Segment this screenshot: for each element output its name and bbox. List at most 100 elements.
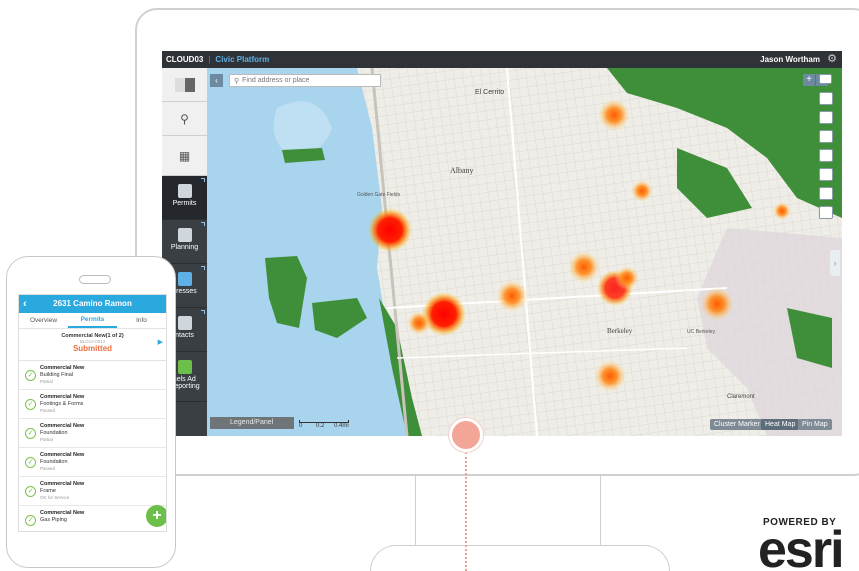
legend-panel-toggle[interactable]: Legend/Panel [210, 417, 294, 429]
inspection-step: Frame [40, 488, 56, 494]
mobile-address: 2631 Camino Ramon [53, 299, 132, 308]
print-tool-icon[interactable] [819, 168, 833, 181]
heat-hotspot [615, 266, 639, 290]
phone-speaker [79, 275, 111, 284]
search-placeholder: Find address or place [242, 77, 310, 84]
heat-hotspot [407, 311, 431, 335]
place-label: El Cerrito [475, 89, 504, 96]
tab-info[interactable]: Info [117, 317, 166, 324]
cluster-marker-button[interactable]: Cluster Marker [710, 419, 764, 430]
heat-map-label: Heat Map [765, 421, 796, 428]
back-icon[interactable]: ‹ [23, 295, 27, 313]
apps-grid-icon[interactable]: ▦ [162, 136, 207, 176]
collapse-panel-button[interactable]: ‹ [210, 74, 223, 87]
chevron-right-icon[interactable]: ▶ [158, 338, 163, 346]
heat-hotspot [773, 202, 791, 220]
heat-hotspot [594, 360, 626, 392]
marketing-composite: CLOUD03 | Civic Platform Jason Wortham ⚙… [0, 0, 859, 571]
inspection-type: Commercial New [40, 394, 85, 400]
app-code: CLOUD03 [166, 55, 204, 64]
pin-map-label: Pin Map [802, 421, 828, 428]
list-item[interactable]: ✓ Commercial New Foundation Partial [19, 419, 166, 448]
inspection-result: Partial [40, 379, 53, 384]
inspection-result: OK for Service [40, 495, 70, 500]
nav-contacts-label: ntacts [175, 332, 194, 339]
scale-mid: 0.2 [316, 423, 325, 429]
phone-frame: ‹ 2631 Camino Ramon Overview Permits Inf… [6, 256, 176, 568]
top-bar: CLOUD03 | Civic Platform Jason Wortham ⚙ [162, 51, 842, 68]
right-panel-toggle[interactable]: › [830, 250, 840, 276]
inspection-step: Foundation [40, 459, 68, 465]
expand-corner-icon [201, 310, 205, 314]
place-label: UC Berkeley [687, 329, 716, 335]
basemap-tool-icon[interactable] [819, 74, 832, 84]
list-item[interactable]: ✓ Commercial New Building Final Partial [19, 361, 166, 390]
check-circle-icon: ✓ [25, 399, 36, 410]
heat-hotspot [598, 99, 630, 131]
app-screen: CLOUD03 | Civic Platform Jason Wortham ⚙… [162, 51, 842, 436]
monitor-stand [415, 476, 601, 546]
gear-icon[interactable]: ⚙ [826, 53, 838, 65]
nav-tools: ⚲ ▦ [162, 68, 207, 176]
identify-tool-icon[interactable] [819, 130, 833, 143]
monitor-base [370, 545, 670, 571]
list-item[interactable]: ✓ Commercial New Foundation Passed [19, 448, 166, 477]
inspection-type: Commercial New [40, 481, 85, 487]
nav-planning-label: Planning [170, 244, 199, 251]
measure-tool-icon[interactable] [819, 111, 833, 124]
nav-parcels-label: cels Ad [173, 376, 196, 383]
scale-bar: 0 0.2 0.4mi [299, 420, 359, 430]
place-label: Golden Gate Fields [357, 192, 401, 198]
permits-icon [177, 184, 192, 198]
check-circle-icon: ✓ [25, 370, 36, 381]
permit-summary[interactable]: Commercial New(1 of 2) BLD13-0013 Submit… [19, 329, 166, 361]
heat-map[interactable]: Albany Berkeley El Cerrito Golden Gate F… [207, 68, 842, 436]
mobile-tabs: Overview Permits Info [19, 313, 166, 329]
title-separator: | [208, 55, 211, 64]
inspection-type: Commercial New [40, 452, 85, 458]
scale-max: 0.4mi [334, 423, 349, 429]
add-button[interactable]: + [146, 505, 166, 527]
nav-permits[interactable]: Permits [162, 176, 207, 220]
locate-tool-icon[interactable] [819, 92, 833, 105]
select-tool-icon[interactable] [819, 149, 833, 162]
inspection-type: Commercial New [40, 365, 85, 371]
list-item[interactable]: ✓ Commercial New Frame OK for Service [19, 477, 166, 506]
layers-icon[interactable] [162, 68, 207, 102]
list-item[interactable]: ✓ Commercial New Gas Piping [19, 506, 166, 531]
mobile-header: ‹ 2631 Camino Ramon [19, 295, 166, 313]
legend-label: Legend/Panel [230, 419, 274, 426]
scale-zero: 0 [299, 423, 303, 429]
place-label: Albany [450, 166, 474, 175]
export-tool-icon[interactable] [819, 206, 833, 219]
expand-corner-icon [201, 222, 205, 226]
cluster-marker-label: Cluster Marker [714, 421, 760, 428]
search-input[interactable]: ⚲ Find address or place [229, 74, 381, 87]
platform-name[interactable]: Civic Platform [215, 55, 269, 64]
zoom-in-button[interactable]: + [803, 74, 815, 86]
place-label: Berkeley [607, 327, 633, 335]
check-circle-icon: ✓ [25, 486, 36, 497]
expand-corner-icon [201, 178, 205, 182]
search-icon[interactable]: ⚲ [162, 102, 207, 136]
permit-status: Submitted [72, 344, 113, 353]
inspection-result: Passed [40, 408, 56, 413]
draw-tool-icon[interactable] [819, 187, 833, 200]
addresses-icon [177, 272, 192, 286]
esri-logo: esri [758, 521, 845, 571]
reporting-icon [177, 360, 192, 374]
list-item[interactable]: ✓ Commercial New Footings & Forms Passed [19, 390, 166, 419]
user-name[interactable]: Jason Wortham [760, 55, 820, 64]
expand-corner-icon [201, 266, 205, 270]
map-canvas: Albany Berkeley El Cerrito Golden Gate F… [207, 68, 842, 436]
heat-hotspot [631, 180, 653, 202]
tab-overview[interactable]: Overview [19, 317, 68, 324]
inspection-result: Passed [40, 466, 56, 471]
pin-map-button[interactable]: Pin Map [798, 419, 832, 430]
nav-planning[interactable]: Planning [162, 220, 207, 264]
inspection-type: Commercial New [40, 423, 85, 429]
heat-map-button[interactable]: Heat Map [761, 419, 800, 430]
tab-permits[interactable]: Permits [68, 313, 117, 328]
check-circle-icon: ✓ [25, 515, 36, 526]
inspection-result: Partial [40, 437, 53, 442]
